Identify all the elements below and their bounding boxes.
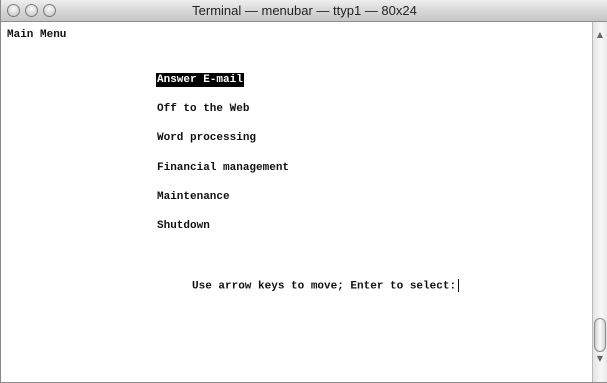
menu-item-shutdown[interactable]: Shutdown <box>156 219 211 233</box>
menu-item-word-processing[interactable]: Word processing <box>156 131 257 145</box>
text-cursor <box>458 279 460 292</box>
instruction-prompt: Use arrow keys to move; Enter to select: <box>192 279 460 293</box>
menu-item-maintenance[interactable]: Maintenance <box>156 190 231 204</box>
scrollbar-thumb[interactable] <box>594 318 606 352</box>
instruction-text: Use arrow keys to move; Enter to select: <box>192 280 457 293</box>
menu-item-answer-email[interactable]: Answer E-mail <box>156 73 244 87</box>
terminal-window: Terminal — menubar — ttyp1 — 80x24 Main … <box>0 0 607 383</box>
scroll-up-arrow-icon[interactable]: ▲ <box>593 28 607 42</box>
screen-header: Main Menu <box>7 29 67 41</box>
scroll-down-arrow-icon[interactable]: ▼ <box>593 352 607 366</box>
window-title: Terminal — menubar — ttyp1 — 80x24 <box>192 3 417 18</box>
terminal-content[interactable]: Main Menu Answer E-mail Off to the Web W… <box>1 22 593 382</box>
menu-item-off-to-the-web[interactable]: Off to the Web <box>156 102 250 116</box>
title-bar[interactable]: Terminal — menubar — ttyp1 — 80x24 <box>1 0 607 22</box>
menu-item-financial-management[interactable]: Financial management <box>156 161 290 175</box>
